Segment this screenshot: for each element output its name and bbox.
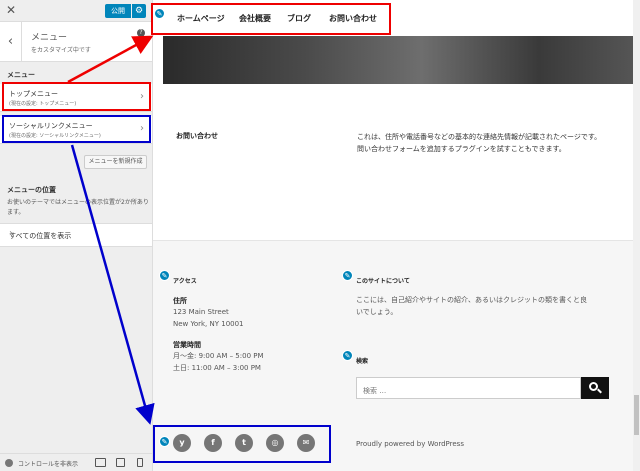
powered-by-text: Proudly powered by WordPress: [356, 440, 464, 448]
menu-locations-desc: お使いのテーマではメニューの表示位置が2か所あります。: [7, 199, 149, 216]
close-icon[interactable]: ✕: [6, 3, 16, 17]
panel-header: ‹ メニュー をカスタマイズ中です ?: [0, 22, 152, 62]
search-button[interactable]: [581, 377, 609, 399]
about-widget-text: ここには、自己紹介やサイトの紹介、あるいはクレジットの類を書くと良いでしょう。: [356, 296, 587, 316]
menu-locations-title: メニューの位置: [7, 186, 56, 194]
annotation-box-social-icons: [153, 425, 331, 463]
site-preview: ホームページ 会社概要 ブログ お問い合わせ ✎ お問い合わせ これは、住所や電…: [153, 0, 633, 471]
search-widget-title: 検索: [356, 358, 369, 365]
hours-line2: 土日: 11:00 AM – 3:00 PM: [173, 364, 261, 372]
edit-pencil-icon[interactable]: ✎: [342, 350, 353, 361]
chevron-right-icon: ›: [9, 228, 13, 239]
mobile-preview-icon[interactable]: [137, 458, 143, 467]
annotation-box-top-menu: [2, 82, 151, 111]
customizer-topbar: ✕ 公開 ⚙: [0, 0, 152, 22]
search-input[interactable]: [357, 381, 580, 401]
tablet-preview-icon[interactable]: [116, 458, 125, 467]
search-field-wrapper: [356, 377, 581, 401]
view-all-locations-button[interactable]: すべての位置を表示 ›: [0, 223, 152, 247]
annotation-box-social-menu: [2, 115, 151, 143]
contact-page-title: お問い合わせ: [176, 132, 218, 140]
hide-controls-icon[interactable]: [5, 459, 13, 467]
contact-page-text: これは、住所や電話番号などの基本的な連絡先情報が記載されたページです。問い合わせ…: [357, 133, 602, 153]
customizer-sidebar: ✕ 公開 ⚙ ‹ メニュー をカスタマイズ中です ? メニュー トップメニュー …: [0, 0, 153, 471]
panel-subtitle: をカスタマイズ中です: [31, 47, 91, 54]
access-widget-title: アクセス: [173, 278, 197, 285]
add-menu-button[interactable]: メニューを新規作成: [84, 155, 147, 169]
annotation-box-top-nav: [151, 3, 391, 35]
menus-section-label: メニュー: [7, 71, 35, 79]
hours-line1: 月〜金: 9:00 AM – 5:00 PM: [173, 352, 264, 360]
address-line2: New York, NY 10001: [173, 320, 244, 328]
panel-title: メニュー: [31, 33, 68, 43]
preview-scrollbar[interactable]: [633, 0, 640, 471]
publish-button[interactable]: 公開: [105, 4, 131, 18]
header-image: [163, 36, 633, 84]
about-widget-title: このサイトについて: [356, 278, 410, 285]
chevron-left-icon[interactable]: ‹: [0, 22, 22, 62]
hide-controls-button[interactable]: コントロールを非表示: [18, 459, 78, 468]
customizer-footer: コントロールを非表示: [0, 453, 152, 471]
desktop-preview-icon[interactable]: [95, 458, 106, 467]
gear-icon[interactable]: ⚙: [132, 4, 146, 18]
address-line1: 123 Main Street: [173, 308, 229, 316]
edit-pencil-icon[interactable]: ✎: [342, 270, 353, 281]
edit-pencil-icon[interactable]: ✎: [159, 270, 170, 281]
address-label: 住所: [173, 297, 187, 305]
hours-label: 営業時間: [173, 341, 201, 349]
scrollbar-thumb[interactable]: [634, 395, 639, 435]
help-icon[interactable]: ?: [137, 29, 145, 37]
